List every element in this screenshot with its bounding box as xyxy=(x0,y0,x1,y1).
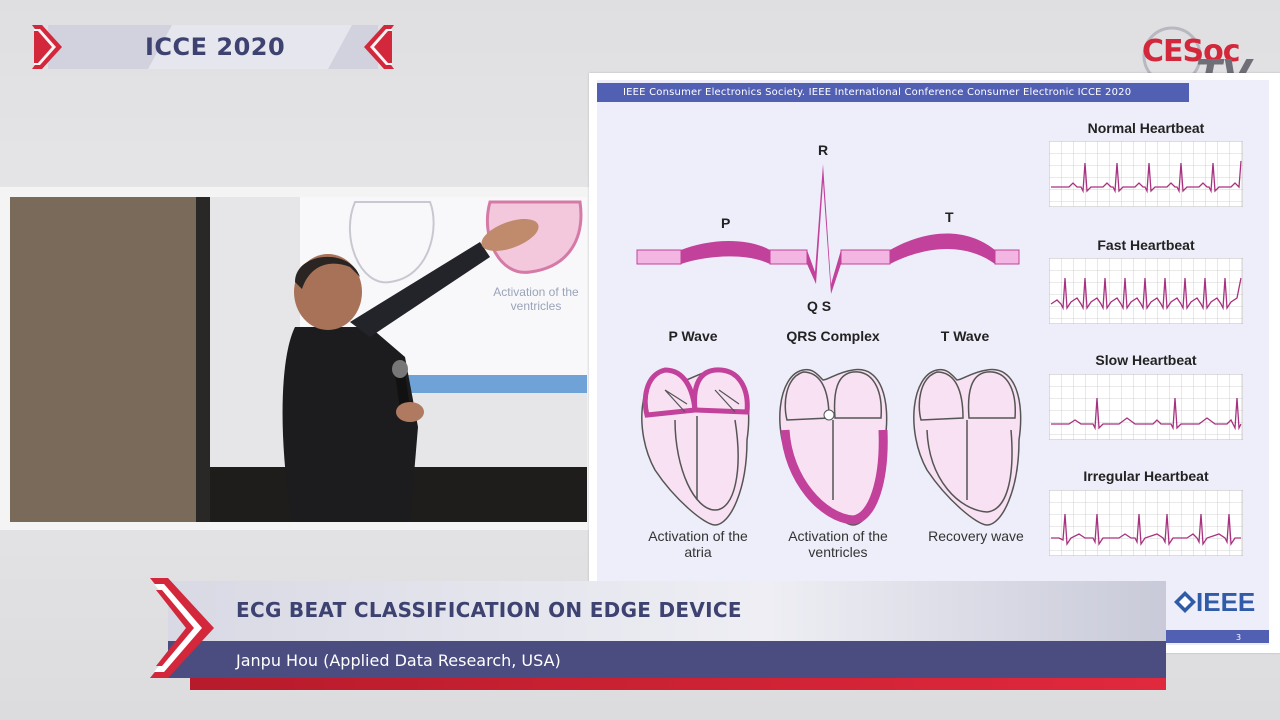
projected-caption-line2: ventricles xyxy=(510,299,562,313)
rhythm-title-slow: Slow Heartbeat xyxy=(1095,352,1197,368)
rhythm-wave-slow xyxy=(1048,373,1244,441)
lower-third-chevron xyxy=(150,578,214,678)
rhythm-strip-fast xyxy=(1048,257,1244,325)
rhythm-strip-irregular xyxy=(1048,489,1244,557)
rhythm-title-normal: Normal Heartbeat xyxy=(1087,120,1205,136)
heart-title-t-wave: T Wave xyxy=(940,328,990,344)
lower-third-accent-stripe xyxy=(190,678,1166,690)
heart-diagrams xyxy=(641,367,1022,526)
p-label: P xyxy=(721,215,731,231)
t-label: T xyxy=(945,209,954,225)
projected-caption-line1: Activation of the xyxy=(493,285,579,299)
heart-caption-qrs-line2: ventricles xyxy=(808,544,868,560)
ieee-diamond-icon xyxy=(1174,591,1196,613)
heart-title-p-wave: P Wave xyxy=(668,328,718,344)
heart-caption-p-wave: Activation of the atria xyxy=(633,528,763,560)
rhythm-wave-fast xyxy=(1048,257,1244,325)
projected-caption: Activation of the ventricles xyxy=(480,285,587,313)
banner-title: ICCE 2020 xyxy=(145,33,286,61)
presentation-slide: IEEE Consumer Electronics Society. IEEE … xyxy=(597,80,1269,645)
r-label: R xyxy=(818,142,829,158)
heart-caption-qrs-line1: Activation of the xyxy=(788,528,888,544)
speaker-name: Janpu Hou (Applied Data Research, USA) xyxy=(236,651,561,670)
heart-caption-t-wave-line1: Recovery wave xyxy=(928,528,1024,544)
heart-title-qrs: QRS Complex xyxy=(786,328,880,344)
rhythm-strip-normal xyxy=(1048,140,1244,208)
heart-caption-p-wave-line1: Activation of the xyxy=(648,528,748,544)
rhythm-title-irregular: Irregular Heartbeat xyxy=(1083,468,1209,484)
rhythm-wave-irregular xyxy=(1048,489,1244,557)
heart-t-wave xyxy=(913,368,1022,526)
speaker-video: Activation of the ventricles xyxy=(10,197,587,522)
lower-third: ECG BEAT CLASSIFICATION ON EDGE DEVICE J… xyxy=(150,578,1170,718)
heart-caption-t-wave: Recovery wave xyxy=(911,528,1041,544)
ieee-logo-text: IEEE xyxy=(1196,587,1256,617)
slide-header: IEEE Consumer Electronics Society. IEEE … xyxy=(597,83,1189,102)
heart-qrs xyxy=(779,368,888,526)
heart-caption-p-wave-line2: atria xyxy=(684,544,712,560)
rhythm-title-fast: Fast Heartbeat xyxy=(1097,237,1195,253)
heart-p-wave xyxy=(641,367,750,526)
rhythm-strip-slow xyxy=(1048,373,1244,441)
heart-caption-qrs: Activation of the ventricles xyxy=(773,528,903,560)
slide-page-number: 3 xyxy=(1236,633,1242,642)
speaker-scene xyxy=(10,197,587,522)
rhythm-wave-normal xyxy=(1048,140,1244,208)
ieee-logo: IEEE xyxy=(1172,585,1262,619)
talk-title: ECG BEAT CLASSIFICATION ON EDGE DEVICE xyxy=(236,598,742,622)
event-banner: ICCE 2020 xyxy=(32,25,394,69)
qs-label: Q S xyxy=(807,298,832,314)
slide-footer-bar xyxy=(1166,630,1269,643)
ecg-wave-diagram xyxy=(636,164,1020,294)
